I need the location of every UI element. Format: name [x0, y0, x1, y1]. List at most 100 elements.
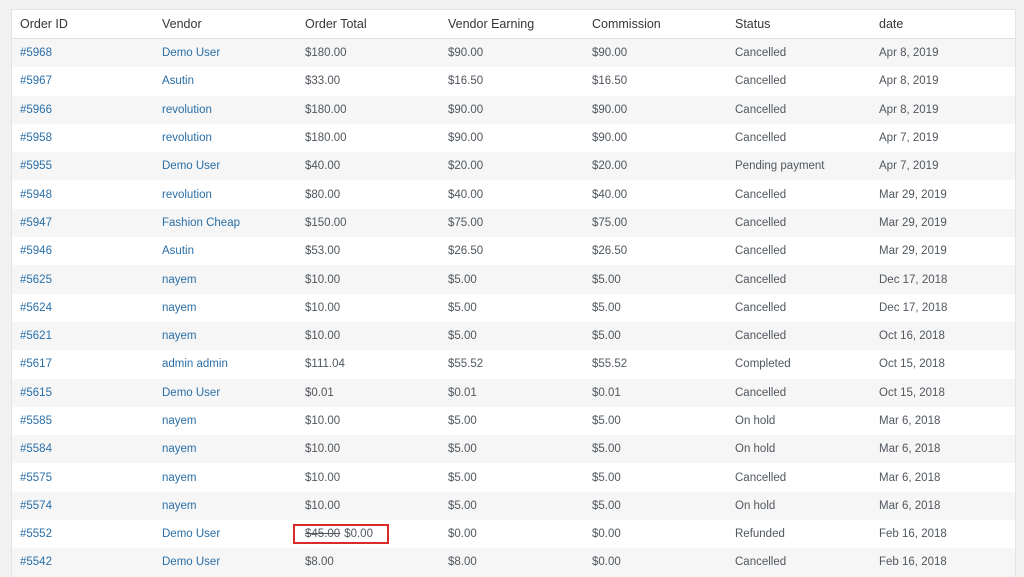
vendor-earning: $0.01 [440, 378, 584, 407]
order-id-cell: #5946 [12, 237, 154, 266]
vendor-link[interactable]: revolution [162, 132, 212, 144]
order-status: Cancelled [727, 237, 871, 266]
commission: $0.00 [584, 520, 727, 549]
vendor-earning: $90.00 [440, 38, 584, 68]
order-status: Refunded [727, 520, 871, 549]
vendor-link[interactable]: revolution [162, 189, 212, 201]
table-row: #5967 Asutin $33.00 $16.50 $16.50 Cancelled Ap… [12, 67, 1015, 96]
order-id-link[interactable]: #5947 [20, 217, 52, 229]
vendor-cell: revolution [154, 180, 297, 209]
orders-table: Order ID Vendor Order Total Vendor Earni… [12, 10, 1015, 577]
order-id-link[interactable]: #5966 [20, 104, 52, 116]
vendor-link[interactable]: admin admin [162, 358, 228, 370]
table-row: #5552 Demo User $45.00 $0.00 $0.00 $0.00 Refun… [12, 520, 1015, 549]
order-id-cell: #5948 [12, 180, 154, 209]
vendor-earning: $8.00 [440, 548, 584, 577]
order-id-link[interactable]: #5625 [20, 274, 52, 286]
order-id-link[interactable]: #5946 [20, 245, 52, 257]
order-id-link[interactable]: #5552 [20, 528, 52, 540]
table-row: #5584 nayem $10.00 $5.00 $5.00 On hold Mar 6, … [12, 435, 1015, 464]
table-row: #5966 revolution $180.00 $90.00 $90.00 Cancel… [12, 95, 1015, 124]
vendor-cell: revolution [154, 123, 297, 153]
order-total: $111.04 [297, 350, 440, 379]
order-date: Mar 29, 2019 [871, 180, 1015, 209]
order-id-link[interactable]: #5958 [20, 132, 52, 144]
order-id-cell: #5542 [12, 548, 154, 577]
vendor-link[interactable]: revolution [162, 104, 212, 116]
vendor-link[interactable]: nayem [162, 500, 197, 512]
vendor-link[interactable]: nayem [162, 274, 197, 286]
commission: $75.00 [584, 208, 727, 238]
order-total: $150.00 [297, 208, 440, 238]
table-row: #5624 nayem $10.00 $5.00 $5.00 Cancelled Dec 1… [12, 293, 1015, 322]
table-row: #5575 nayem $10.00 $5.00 $5.00 Cancelled Mar 6… [12, 463, 1015, 492]
order-status: Cancelled [727, 378, 871, 407]
order-id-link[interactable]: #5615 [20, 387, 52, 399]
vendor-earning: $16.50 [440, 67, 584, 96]
vendor-link[interactable]: nayem [162, 443, 197, 455]
vendor-link[interactable]: Demo User [162, 160, 220, 172]
order-date: Apr 8, 2019 [871, 38, 1015, 68]
order-status: Pending payment [727, 152, 871, 181]
order-status: Cancelled [727, 208, 871, 238]
vendor-link[interactable]: Fashion Cheap [162, 217, 240, 229]
order-id-link[interactable]: #5968 [20, 47, 52, 59]
order-status: Cancelled [727, 67, 871, 96]
order-id-link[interactable]: #5948 [20, 189, 52, 201]
order-total: $8.00 [297, 548, 440, 577]
vendor-earning: $5.00 [440, 463, 584, 492]
vendor-link[interactable]: nayem [162, 472, 197, 484]
vendor-link[interactable]: Demo User [162, 528, 220, 540]
table-header: Order ID Vendor Order Total Vendor Earni… [12, 10, 1015, 39]
order-id-link[interactable]: #5584 [20, 443, 52, 455]
vendor-link[interactable]: nayem [162, 302, 197, 314]
vendor-link[interactable]: nayem [162, 415, 197, 427]
order-total: $10.00 [297, 491, 440, 521]
order-date: Mar 6, 2018 [871, 435, 1015, 464]
vendor-link[interactable]: Demo User [162, 387, 220, 399]
vendor-link[interactable]: Demo User [162, 47, 220, 59]
vendor-link[interactable]: Asutin [162, 75, 194, 87]
order-status: On hold [727, 406, 871, 436]
table-row: #5585 nayem $10.00 $5.00 $5.00 On hold Mar 6, … [12, 406, 1015, 436]
vendor-earning: $5.00 [440, 293, 584, 322]
table-row: #5542 Demo User $8.00 $8.00 $0.00 Cancelled Fe… [12, 548, 1015, 577]
order-status: Cancelled [727, 265, 871, 294]
order-id-link[interactable]: #5624 [20, 302, 52, 314]
table-row: #5958 revolution $180.00 $90.00 $90.00 Cancel… [12, 123, 1015, 153]
order-date: Feb 16, 2018 [871, 548, 1015, 577]
vendor-earning: $20.00 [440, 152, 584, 181]
vendor-link[interactable]: nayem [162, 330, 197, 342]
order-total: $10.00 [297, 463, 440, 492]
order-total: $10.00 [297, 321, 440, 351]
commission: $5.00 [584, 265, 727, 294]
vendor-cell: revolution [154, 95, 297, 124]
order-id-link[interactable]: #5585 [20, 415, 52, 427]
order-status: Completed [727, 350, 871, 379]
order-id-link[interactable]: #5542 [20, 556, 52, 568]
table-row: #5946 Asutin $53.00 $26.50 $26.50 Cancelled Ma… [12, 237, 1015, 266]
table-row: #5574 nayem $10.00 $5.00 $5.00 On hold Mar 6, … [12, 491, 1015, 521]
order-id-link[interactable]: #5574 [20, 500, 52, 512]
vendor-earning: $5.00 [440, 435, 584, 464]
commission: $55.52 [584, 350, 727, 379]
vendor-link[interactable]: Asutin [162, 245, 194, 257]
vendor-cell: Demo User [154, 152, 297, 181]
order-total: $33.00 [297, 67, 440, 96]
column-header-vendor: Vendor [154, 10, 297, 39]
order-id-link[interactable]: #5617 [20, 358, 52, 370]
table-row: #5615 Demo User $0.01 $0.01 $0.01 Cancelled Oc… [12, 378, 1015, 407]
order-id-cell: #5966 [12, 95, 154, 124]
commission: $20.00 [584, 152, 727, 181]
vendor-earning: $55.52 [440, 350, 584, 379]
order-id-link[interactable]: #5621 [20, 330, 52, 342]
order-id-link[interactable]: #5575 [20, 472, 52, 484]
table-row: #5955 Demo User $40.00 $20.00 $20.00 Pending … [12, 152, 1015, 181]
commission: $5.00 [584, 491, 727, 521]
vendor-earning: $90.00 [440, 123, 584, 153]
order-id-link[interactable]: #5955 [20, 160, 52, 172]
vendor-link[interactable]: Demo User [162, 556, 220, 568]
order-id-link[interactable]: #5967 [20, 75, 52, 87]
vendor-earning: $5.00 [440, 321, 584, 351]
table-row: #5968 Demo User $180.00 $90.00 $90.00 Cancell… [12, 38, 1015, 68]
